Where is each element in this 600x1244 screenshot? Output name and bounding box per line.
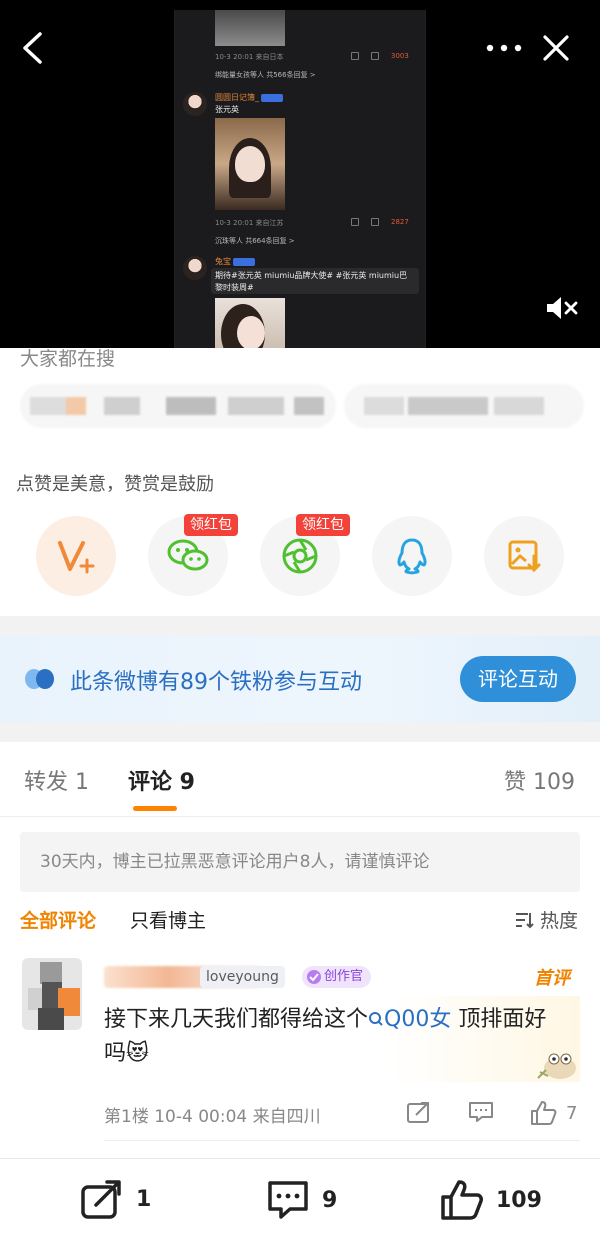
section-divider: [0, 616, 600, 636]
search-section-title: 大家都在搜: [20, 348, 116, 370]
tab-repost[interactable]: 转发 1: [24, 764, 89, 796]
qq-icon: [397, 538, 427, 575]
fans-interaction-text: 此条微博有89个铁粉参与互动: [70, 670, 362, 695]
blurred-avatar-image: [22, 958, 82, 1030]
inner-meta: 10-3 20:01 来自江苏: [215, 219, 284, 227]
mute-button[interactable]: [540, 288, 584, 328]
active-tab-indicator: [133, 806, 177, 811]
bottom-action-bar: 1 9 109: [0, 1158, 600, 1244]
repost-button[interactable]: 1: [80, 1179, 151, 1219]
comment-notice: 30天内，博主已拉黑恶意评论用户8人，请谨慎评论: [20, 832, 580, 892]
red-packet-badge: 领红包: [184, 514, 238, 536]
inner-actions: 3003: [351, 52, 409, 60]
creator-badge: 创作官: [302, 966, 372, 988]
like-button[interactable]: 109: [440, 1179, 542, 1221]
avatar: [183, 92, 207, 116]
comment-reply-button[interactable]: [468, 1100, 494, 1124]
trending-search-item[interactable]: [20, 384, 336, 428]
username-suffix[interactable]: loveyoung: [200, 966, 285, 988]
avatar[interactable]: [22, 958, 82, 1030]
fans-interaction-banner: 此条微博有89个铁粉参与互动 评论互动: [0, 636, 600, 722]
reward-tip: 点赞是美意，赞赏是鼓励: [16, 474, 214, 495]
speaker-muted-icon: [547, 297, 578, 319]
trending-search-item[interactable]: [344, 384, 584, 428]
comment-meta: 第1楼 10-4 00:04 来自四川: [104, 1107, 321, 1127]
inner-replies: 绑能量女孩等人 共566条回复 >: [215, 71, 316, 79]
thumbs-up-icon: [441, 1180, 483, 1220]
comment-icon: [469, 1102, 493, 1122]
back-button[interactable]: [12, 28, 52, 68]
more-dots-icon: [486, 44, 522, 52]
share-row: 领红包 领红包: [0, 514, 600, 598]
fans-icon: [25, 669, 54, 689]
tab-comment[interactable]: 评论 9: [128, 764, 195, 796]
v-plus-icon: [58, 541, 95, 574]
tab-like[interactable]: 赞 109: [504, 764, 575, 796]
more-button[interactable]: [484, 28, 524, 68]
inner-actions: 2827: [351, 218, 409, 226]
filter-only-author[interactable]: 只看博主: [130, 906, 206, 933]
inner-replies: 沉珠等人 共664条回复 >: [215, 237, 295, 245]
first-comment-badge: 首评: [534, 968, 570, 989]
sort-icon: [516, 913, 534, 929]
comment-divider: [104, 1140, 580, 1141]
comment-icon: [268, 1181, 308, 1219]
comment-button[interactable]: 9: [266, 1179, 337, 1221]
share-icon: [407, 1102, 429, 1123]
inner-meta: 10-3 20:01 来自日本: [215, 53, 284, 61]
wechat-icon: [167, 539, 209, 571]
post-thumbnail: [215, 10, 285, 46]
chevron-left-icon: [23, 32, 42, 64]
red-packet-badge: 领红包: [296, 514, 350, 536]
comment-interact-button[interactable]: 评论互动: [460, 656, 576, 702]
sort-hot-button[interactable]: 热度: [514, 906, 578, 933]
creator-icon: [307, 970, 321, 984]
share-icon: [81, 1180, 121, 1219]
screenshot-image: 10-3 20:01 来自日本 3003 绑能量女孩等人 共566条回复 > 圆…: [174, 10, 426, 348]
qq-share-button[interactable]: [372, 516, 452, 596]
mention-link[interactable]: Q00女: [368, 1007, 451, 1032]
moments-icon: [282, 538, 318, 574]
save-image-button[interactable]: [484, 516, 564, 596]
inner-username: 圆圆日记簿_: [215, 92, 283, 103]
close-icon: [543, 35, 569, 61]
post-photo: [215, 118, 285, 210]
vip-reward-button[interactable]: [36, 516, 116, 596]
thumbs-up-icon: [531, 1101, 557, 1125]
comment-text: 接下来几天我们都得给这个 Q00女 顶排面好吗😻: [104, 1007, 547, 1066]
media-viewer[interactable]: 10-3 20:01 来自日本 3003 绑能量女孩等人 共566条回复 > 圆…: [0, 0, 600, 348]
close-button[interactable]: [536, 28, 576, 68]
comment-like-button[interactable]: 7: [530, 1100, 577, 1126]
image-download-icon: [508, 540, 541, 573]
inner-text: 张元英: [215, 105, 239, 114]
filter-all-comments[interactable]: 全部评论: [20, 906, 96, 933]
inner-username: 兔宝: [215, 256, 255, 267]
post-photo: [215, 298, 285, 348]
avatar: [183, 256, 207, 280]
section-divider: [0, 722, 600, 742]
tab-divider: [0, 816, 600, 817]
search-icon: [369, 1012, 383, 1026]
inner-text: 期待#张元英 miumiu品牌大使# #张元英 miumiu巴黎时装周#: [215, 271, 408, 292]
comment-repost-button[interactable]: [406, 1100, 432, 1124]
